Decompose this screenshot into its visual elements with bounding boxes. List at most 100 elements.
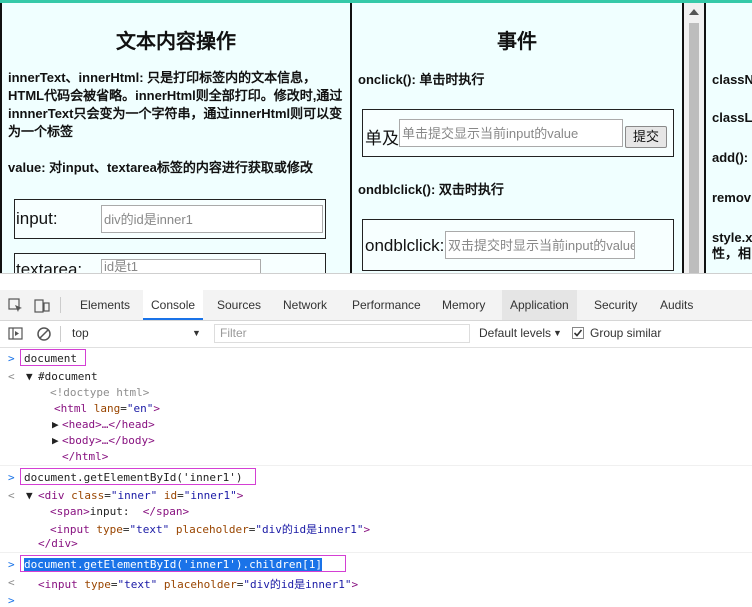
ondblclick-description: ondblclick(): 双击时执行 bbox=[358, 182, 504, 197]
div-close-node: </div> bbox=[38, 537, 78, 550]
value-description: value: 对input、textarea标签的内容进行获取或修改 bbox=[8, 160, 313, 175]
tab-memory[interactable]: Memory bbox=[434, 290, 493, 320]
span-text: input: bbox=[89, 505, 143, 518]
placeholder-value: "div的id是inner1" bbox=[255, 523, 364, 536]
document-node[interactable]: #document bbox=[38, 370, 98, 383]
html-node[interactable]: <html lang="en"> bbox=[54, 402, 160, 415]
innertext-description: innerText、innerHtml: 只是打印标签内的文本信息，HTML代码… bbox=[8, 70, 343, 139]
inner1-input[interactable]: div的id是inner1 bbox=[101, 205, 323, 233]
console-toolbar: top ▼ Filter Default levels ▼ Group simi… bbox=[0, 321, 752, 348]
group-similar-checkbox[interactable] bbox=[572, 327, 584, 339]
input-tag-name: input bbox=[56, 523, 90, 536]
console-filter-input[interactable]: Filter bbox=[214, 324, 470, 343]
onclick-input[interactable]: 单击提交显示当前input的value bbox=[399, 119, 623, 147]
head-node[interactable]: <head>…</head> bbox=[62, 418, 155, 431]
ondblclick-input[interactable]: 双击提交时显示当前input的value bbox=[445, 231, 635, 259]
span-close-tag: </span> bbox=[142, 505, 190, 518]
ondblclick-box: ondblclick: 双击提交时显示当前input的value bbox=[362, 219, 674, 271]
html-attr: lang bbox=[93, 402, 121, 415]
tab-security[interactable]: Security bbox=[586, 290, 645, 320]
placeholder-value: "div的id是inner1" bbox=[243, 578, 352, 591]
console-command[interactable]: document.getElementById('inner1') bbox=[24, 471, 243, 484]
div-class-attr: class bbox=[71, 489, 105, 502]
t1-textarea[interactable]: id是t1 bbox=[101, 259, 261, 273]
levels-dropdown-icon[interactable]: ▼ bbox=[553, 328, 562, 338]
expand-toggle-icon[interactable]: ▼ bbox=[26, 489, 33, 502]
inspect-element-icon[interactable] bbox=[8, 298, 24, 314]
console-command[interactable]: document bbox=[24, 352, 77, 365]
div-tag-name: div bbox=[44, 489, 65, 502]
tab-divider bbox=[60, 297, 61, 313]
sidebar-toggle-icon[interactable] bbox=[8, 326, 24, 342]
html-tag-name: html bbox=[60, 402, 88, 415]
toolbar-divider bbox=[60, 326, 61, 342]
result-arrow-icon: < bbox=[8, 576, 15, 589]
type-attr: type bbox=[84, 578, 111, 591]
onclick-box: 单及: 单击提交显示当前input的value 提交 bbox=[362, 109, 674, 157]
expand-head-icon[interactable]: ▶ bbox=[52, 418, 59, 431]
scroll-up-arrow-icon[interactable] bbox=[689, 9, 699, 15]
devtools-panel: Elements Console Sources Network Perform… bbox=[0, 273, 752, 607]
context-selector[interactable]: top bbox=[72, 326, 89, 340]
webpage-viewport: 文本内容操作 innerText、innerHtml: 只是打印标签内的文本信息… bbox=[0, 0, 752, 273]
class-item: add(): bbox=[712, 150, 749, 165]
console-command-selected[interactable]: document.getElementById('inner1').childr… bbox=[24, 558, 323, 571]
message-separator bbox=[0, 465, 752, 466]
group-similar-label: Group similar bbox=[590, 326, 662, 340]
tab-sources[interactable]: Sources bbox=[209, 290, 269, 320]
span-node[interactable]: <span>input: </span> bbox=[50, 505, 189, 518]
tab-audits[interactable]: Audits bbox=[652, 290, 701, 320]
tab-performance[interactable]: Performance bbox=[344, 290, 429, 320]
log-levels-dropdown[interactable]: Default levels bbox=[479, 326, 551, 340]
input-node-result[interactable]: <input type="text" placeholder="div的id是i… bbox=[38, 576, 358, 592]
device-toolbar-icon[interactable] bbox=[34, 298, 50, 314]
panel-title: 文本内容操作 bbox=[116, 31, 236, 53]
prompt-chevron-icon: > bbox=[8, 558, 15, 571]
single-label: 单及: bbox=[365, 129, 404, 148]
prompt-chevron-icon: > bbox=[8, 471, 15, 484]
message-separator bbox=[0, 552, 752, 553]
html-attr-value: "en" bbox=[126, 402, 154, 415]
console-input-prompt-icon[interactable]: > bbox=[8, 594, 15, 607]
input-tag-name: input bbox=[44, 578, 78, 591]
class-panel: classN classLi add(): remov style.x 性，相 bbox=[704, 3, 752, 273]
tab-elements[interactable]: Elements bbox=[72, 290, 138, 320]
doctype-node[interactable]: <!doctype html> bbox=[50, 386, 149, 399]
div-id-value: "inner1" bbox=[183, 489, 237, 502]
div-id-attr: id bbox=[163, 489, 178, 502]
context-dropdown-icon[interactable]: ▼ bbox=[192, 328, 201, 338]
input-node[interactable]: <input type="text" placeholder="div的id是i… bbox=[50, 521, 370, 537]
span-open-tag: <span> bbox=[50, 505, 90, 518]
type-attr: type bbox=[96, 523, 123, 536]
t1-box: textarea: id是t1 bbox=[14, 253, 326, 273]
inner1-box: input: div的id是inner1 bbox=[14, 199, 326, 239]
devtools-tabbar: Elements Console Sources Network Perform… bbox=[0, 290, 752, 321]
tab-console[interactable]: Console bbox=[143, 290, 204, 320]
onclick-description: onclick(): 单击时执行 bbox=[358, 72, 485, 87]
div-node[interactable]: <div class="inner" id="inner1"> bbox=[38, 489, 243, 502]
submit-button[interactable]: 提交 bbox=[625, 126, 667, 148]
scroll-thumb[interactable] bbox=[689, 23, 699, 273]
expand-body-icon[interactable]: ▶ bbox=[52, 434, 59, 447]
console-output: > document < ▼ #document <!doctype html>… bbox=[0, 348, 752, 607]
result-arrow-icon: < bbox=[8, 370, 15, 383]
body-node[interactable]: <body>…</body> bbox=[62, 434, 155, 447]
clear-console-icon[interactable] bbox=[36, 326, 52, 342]
tab-application[interactable]: Application bbox=[502, 290, 577, 320]
dblclick-label: ondblclick: bbox=[365, 236, 445, 255]
panel-title: 事件 bbox=[497, 31, 537, 53]
page-scrollbar[interactable] bbox=[684, 3, 704, 273]
class-item: classN bbox=[712, 72, 752, 87]
placeholder-attr: placeholder bbox=[163, 578, 237, 591]
type-value: "text" bbox=[117, 578, 158, 591]
placeholder-attr: placeholder bbox=[175, 523, 249, 536]
tab-network[interactable]: Network bbox=[275, 290, 335, 320]
class-item: classLi bbox=[712, 110, 752, 125]
html-close-node: </html> bbox=[62, 450, 109, 463]
text-content-panel: 文本内容操作 innerText、innerHtml: 只是打印标签内的文本信息… bbox=[0, 3, 352, 273]
class-item: 性，相 bbox=[712, 246, 752, 261]
textarea-label: textarea: bbox=[16, 260, 83, 273]
result-arrow-icon: < bbox=[8, 489, 15, 502]
expand-toggle-icon[interactable]: ▼ bbox=[26, 370, 33, 383]
type-value: "text" bbox=[129, 523, 170, 536]
